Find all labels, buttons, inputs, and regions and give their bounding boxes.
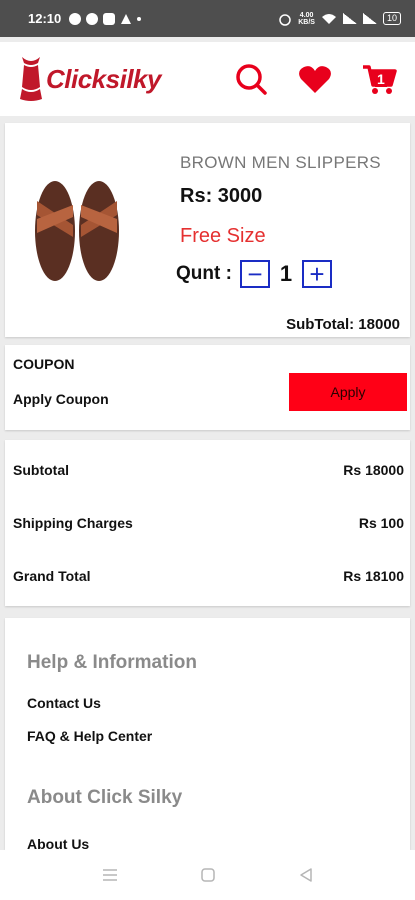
- footer-info-card: Help & Information Contact Us FAQ & Help…: [5, 618, 410, 852]
- battery-icon: 10: [382, 12, 401, 25]
- shipping-row: Shipping Charges Rs 100: [13, 515, 404, 531]
- grand-total-row: Grand Total Rs 18100: [13, 568, 404, 584]
- subtotal-label: Subtotal: [13, 462, 69, 478]
- quantity-value: 1: [279, 261, 293, 286]
- order-summary-card: Subtotal Rs 18000 Shipping Charges Rs 10…: [5, 440, 410, 606]
- app-header: Clicksilky 1: [0, 42, 415, 116]
- item-subtotal: SubTotal: 18000: [286, 316, 400, 333]
- grand-total-value: Rs 18100: [343, 568, 404, 584]
- grand-total-label: Grand Total: [13, 568, 91, 584]
- coupon-card: COUPON Apply Coupon Apply: [5, 345, 410, 430]
- faq-link[interactable]: FAQ & Help Center: [27, 728, 152, 744]
- increase-quantity-button[interactable]: +: [301, 260, 332, 288]
- product-size: Free Size: [180, 225, 266, 247]
- contact-us-link[interactable]: Contact Us: [27, 695, 101, 711]
- signal-icon: [342, 13, 357, 24]
- wifi-icon: [321, 13, 336, 24]
- back-icon[interactable]: [297, 866, 315, 884]
- logo-text: Clicksilky: [46, 63, 161, 94]
- product-image[interactable]: [27, 175, 127, 285]
- menu-icon[interactable]: [101, 866, 119, 884]
- quantity-stepper: Qunt : − 1 +: [176, 260, 332, 288]
- apply-coupon-label[interactable]: Apply Coupon: [13, 391, 109, 407]
- network-speed: 4.00 KB/S: [298, 11, 315, 26]
- logo-corset-icon: [20, 57, 42, 101]
- whatsapp-icon: [69, 12, 82, 25]
- subtotal-value: Rs 18000: [343, 462, 404, 478]
- product-name: BROWN MEN SLIPPERS: [180, 153, 381, 172]
- coupon-title: COUPON: [13, 356, 75, 372]
- alert-icon: [121, 13, 132, 24]
- apply-coupon-button[interactable]: Apply: [289, 373, 407, 411]
- subtotal-row: Subtotal Rs 18000: [13, 462, 404, 478]
- product-price: Rs: 3000: [180, 185, 263, 207]
- system-navigation-bar: [0, 850, 415, 900]
- decrease-quantity-button[interactable]: −: [239, 260, 270, 288]
- instagram-icon: [103, 12, 116, 25]
- status-bar: 12:10 4.00 KB/S 10: [0, 0, 415, 37]
- about-heading: About Click Silky: [27, 787, 183, 808]
- home-icon[interactable]: [199, 866, 217, 884]
- notification-dot-icon: [137, 16, 142, 21]
- alarm-icon: [279, 13, 291, 26]
- cart-button[interactable]: 1: [361, 61, 397, 97]
- quantity-label: Qunt :: [176, 263, 232, 284]
- facebook-icon: [86, 12, 99, 25]
- status-time: 12:10: [28, 11, 62, 26]
- cart-item-card: BROWN MEN SLIPPERS Rs: 3000 Free Size Qu…: [5, 123, 410, 337]
- shipping-value: Rs 100: [358, 515, 404, 531]
- search-icon[interactable]: [233, 61, 269, 97]
- logo[interactable]: Clicksilky: [18, 53, 161, 105]
- cart-count-badge: 1: [375, 71, 387, 87]
- heart-icon[interactable]: [297, 61, 333, 97]
- signal-icon: [362, 13, 377, 24]
- help-heading: Help & Information: [27, 652, 197, 673]
- shipping-label: Shipping Charges: [13, 515, 133, 531]
